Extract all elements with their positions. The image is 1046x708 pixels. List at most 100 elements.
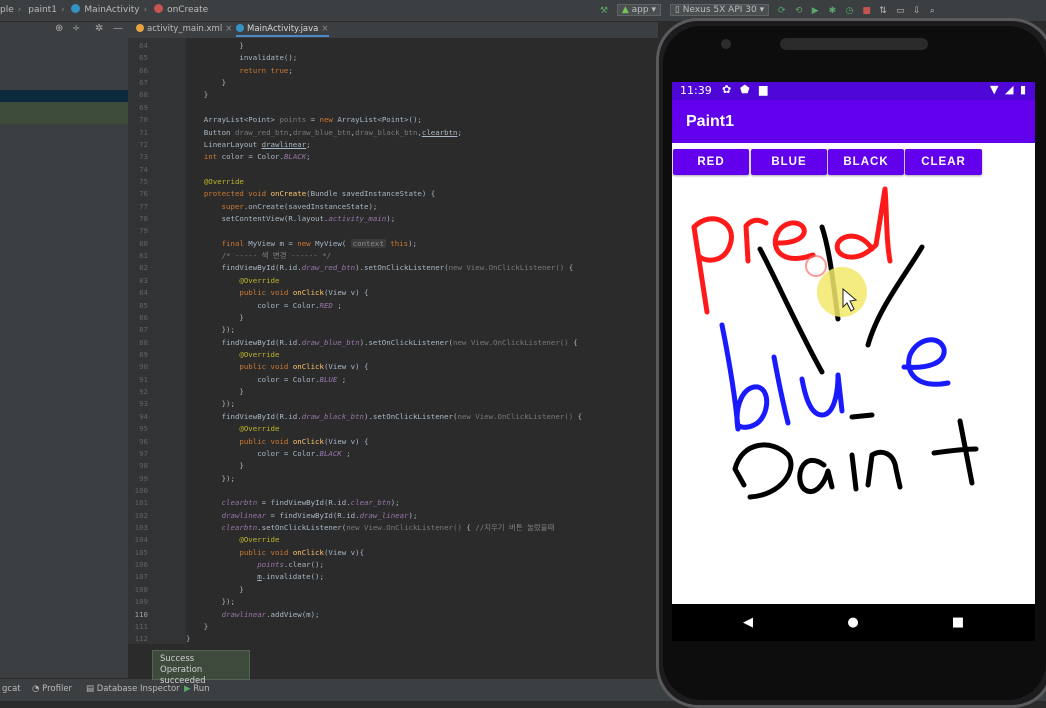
- code-line: }: [186, 461, 244, 471]
- close-icon[interactable]: ×: [321, 24, 328, 34]
- code-line: });: [186, 325, 235, 335]
- apply-changes-icon[interactable]: ⟳: [778, 6, 787, 16]
- hide-icon[interactable]: —: [113, 23, 123, 34]
- hammer-icon[interactable]: ⚒: [600, 6, 609, 16]
- code-line: int color = Color.BLACK;: [203, 152, 311, 162]
- line-number: 111: [134, 621, 148, 631]
- code-line: Button draw_red_btn,draw_blue_btn,draw_b…: [186, 127, 462, 137]
- line-number: 67: [139, 78, 148, 88]
- line-number: 96: [139, 436, 148, 446]
- line-number: 106: [134, 560, 148, 570]
- black-button[interactable]: BLACK: [828, 149, 904, 175]
- drawn-stroke: [797, 457, 835, 495]
- breadcrumb-item[interactable]: MainActivity: [84, 5, 139, 15]
- profiler-tab[interactable]: ◔ Profiler: [32, 684, 72, 694]
- code-line: @Override: [239, 275, 280, 285]
- code-line: findViewById(R.id.draw_blue_btn).setOnCl…: [186, 337, 578, 347]
- run-icon[interactable]: ▶: [812, 6, 821, 16]
- code-line: clearbtn.setOnClickListener(new View.OnC…: [221, 523, 555, 533]
- app-bar: Paint1: [672, 100, 1035, 143]
- device-select[interactable]: ▯ Nexus 5X API 30 ▾: [669, 4, 770, 16]
- close-icon[interactable]: ×: [225, 24, 232, 34]
- avd-manager-icon[interactable]: ▭: [896, 6, 905, 16]
- code-line: LinearLayout drawlinear;: [186, 139, 311, 149]
- selected-tree-row[interactable]: [0, 90, 128, 102]
- search-icon[interactable]: ⌕: [930, 6, 939, 16]
- success-notification[interactable]: Success Operation succeeded: [152, 650, 250, 686]
- code-line: setContentView(R.layout.activity_main);: [186, 214, 396, 224]
- code-editor[interactable]: } invalidate(); return true; } } ArrayLi…: [186, 38, 658, 644]
- debug-icon[interactable]: ✱: [829, 6, 838, 16]
- status-bar: 11:39 ✿ ⬟ ▆ ▼ ◢ ▮: [672, 82, 1035, 100]
- line-number: 89: [139, 350, 148, 359]
- code-line: super.onCreate(savedInstanceState);: [221, 201, 378, 211]
- drawn-stroke: [865, 449, 903, 490]
- line-number: 77: [139, 201, 148, 211]
- system-navigation-bar: ◀ ● ■: [672, 604, 1035, 641]
- line-number: 108: [134, 584, 148, 594]
- line-number: 110: [134, 609, 148, 619]
- stop-icon[interactable]: ■: [862, 6, 871, 16]
- code-line: protected void onCreate(Bundle savedInst…: [203, 189, 436, 199]
- logcat-tab[interactable]: gcat: [2, 684, 21, 694]
- app-title: Paint1: [686, 113, 735, 130]
- run-config-select[interactable]: ▲ app ▾: [616, 4, 662, 16]
- tab-activity-main-xml[interactable]: activity_main.xml ×: [136, 24, 232, 34]
- drawing-canvas[interactable]: [672, 179, 1035, 604]
- device-screen[interactable]: 11:39 ✿ ⬟ ▆ ▼ ◢ ▮ Paint1 RED BLUE BLACK …: [672, 82, 1035, 641]
- drawn-stroke: [849, 412, 875, 420]
- line-number: 86: [139, 312, 148, 322]
- overview-icon[interactable]: ■: [938, 604, 978, 641]
- apply-code-icon[interactable]: ⟲: [795, 6, 804, 16]
- code-line: findViewById(R.id.draw_black_btn).setOnC…: [186, 411, 583, 421]
- sync-icon[interactable]: ⇅: [879, 6, 888, 16]
- profiler-icon: ◔: [32, 684, 40, 694]
- red-button[interactable]: RED: [673, 149, 749, 175]
- code-line: }: [186, 634, 191, 644]
- sdk-manager-icon[interactable]: ⇩: [913, 6, 922, 16]
- code-line: ArrayList<Point> points = new ArrayList<…: [186, 115, 422, 125]
- target-icon[interactable]: ⊕: [55, 23, 63, 34]
- line-number: 78: [139, 214, 148, 224]
- touch-ripple: [805, 255, 827, 277]
- home-icon[interactable]: ●: [833, 604, 873, 641]
- code-line: public void onClick(View v) {: [239, 436, 369, 446]
- profile-icon[interactable]: ◷: [845, 6, 854, 16]
- line-number: 75: [139, 176, 148, 186]
- code-line: }: [186, 312, 244, 322]
- clear-button[interactable]: CLEAR: [905, 149, 982, 175]
- breadcrumb-item[interactable]: onCreate: [167, 5, 208, 15]
- line-number: 112: [134, 634, 148, 644]
- code-line: /* ----- 색 변경 ------ */: [221, 251, 331, 261]
- gear-icon[interactable]: ✲: [95, 23, 103, 34]
- line-number: 73: [139, 152, 148, 162]
- breadcrumb-item[interactable]: paint1: [28, 5, 57, 15]
- blue-button[interactable]: BLUE: [751, 149, 827, 175]
- code-line: findViewById(R.id.draw_red_btn).setOnCli…: [186, 263, 574, 273]
- line-number: 84: [139, 288, 148, 298]
- front-camera: [721, 39, 731, 49]
- line-number: 100: [134, 485, 148, 495]
- line-number: 74: [139, 164, 148, 174]
- code-line: m.invalidate();: [257, 572, 324, 582]
- tab-mainactivity-java[interactable]: MainActivity.java ×: [236, 24, 329, 37]
- database-icon: ▤: [86, 684, 95, 694]
- drawn-stroke: [834, 186, 893, 264]
- code-line: });: [186, 597, 235, 607]
- code-line: }: [186, 621, 209, 631]
- code-line: color = Color.RED ;: [186, 300, 342, 310]
- line-number: 83: [139, 275, 148, 285]
- code-line: });: [186, 399, 235, 409]
- back-icon[interactable]: ◀: [728, 604, 768, 641]
- drawn-stroke: [865, 244, 925, 348]
- code-line: color = Color.BLUE ;: [186, 374, 347, 384]
- tree-row[interactable]: [0, 102, 128, 124]
- method-icon: [154, 4, 164, 13]
- blue-stroke-group: [719, 322, 951, 432]
- line-number: 71: [139, 127, 148, 137]
- collapse-icon[interactable]: ÷: [72, 23, 80, 34]
- line-number: 82: [139, 263, 148, 273]
- code-line: color = Color.BLACK ;: [186, 448, 351, 458]
- breadcrumb-item[interactable]: ple: [0, 5, 14, 15]
- code-line: @Override: [239, 535, 280, 545]
